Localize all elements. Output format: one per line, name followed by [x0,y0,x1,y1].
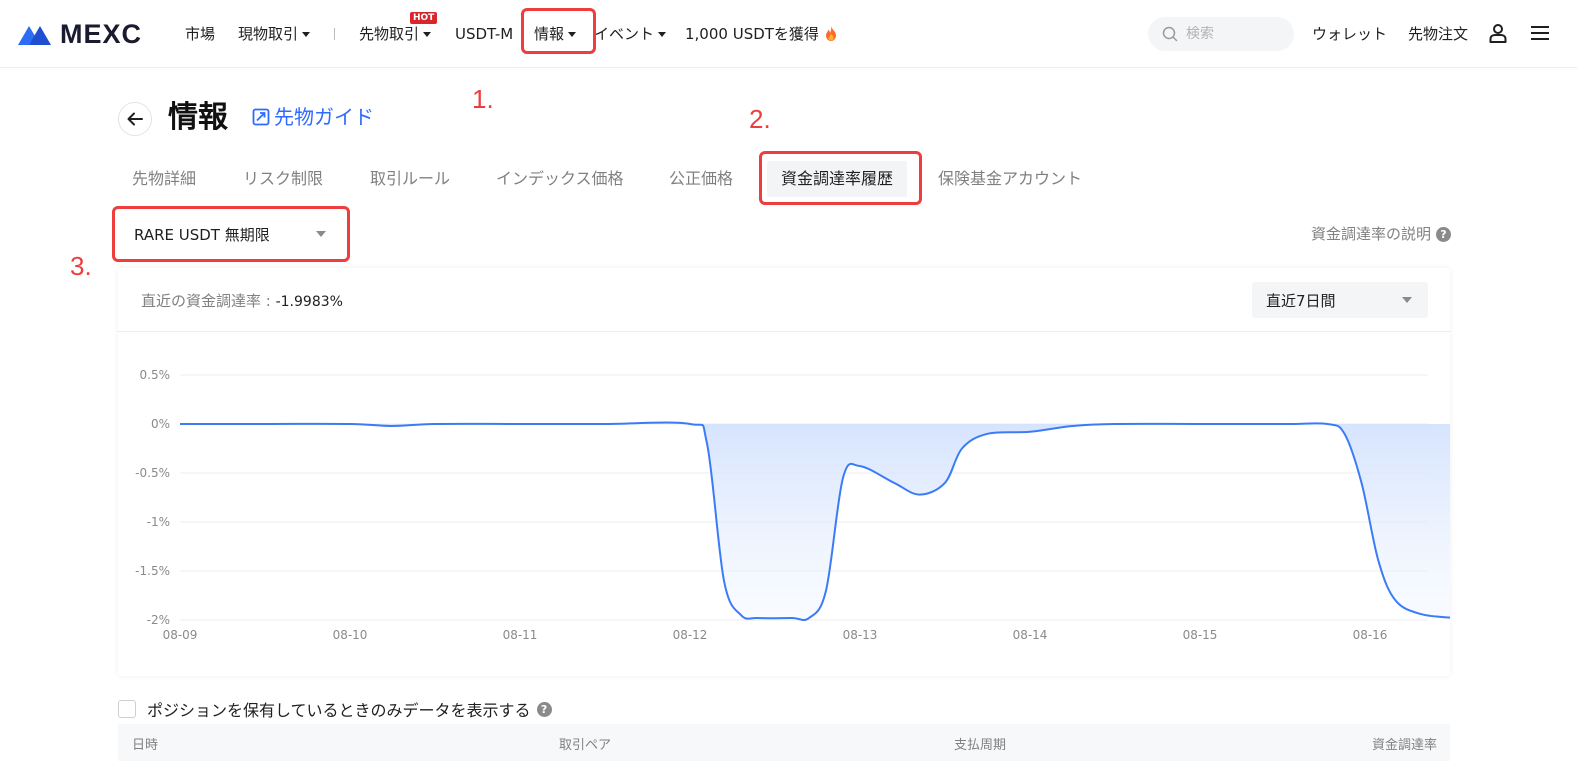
back-button[interactable] [118,102,152,136]
question-icon: ? [1436,226,1451,242]
period-select[interactable]: 直近7日間 [1252,282,1428,318]
futures-orders-link[interactable]: 先物注文 [1408,24,1468,44]
annotation-box-tab [759,151,922,205]
chevron-down-icon [658,32,667,37]
y-tick-label: -0.5% [135,466,170,480]
x-tick-label: 08-12 [673,628,708,642]
nav-futures-label: 先物取引 [359,25,420,43]
x-tick-label: 08-15 [1183,628,1218,642]
brand-name: MEXC [60,19,143,49]
column-header-pair: 取引ペア [559,738,612,753]
tab-futures-details[interactable]: 先物詳細 [132,168,196,190]
hamburger-menu-icon[interactable] [1531,25,1549,41]
annotation-number-1: 1. [472,84,494,114]
y-tick-label: -2% [147,613,170,627]
user-icon[interactable] [1488,23,1508,43]
y-tick-label: -1% [147,515,170,529]
search-icon [1162,26,1178,42]
y-tick-label: 0% [151,417,170,431]
annotation-number-2: 2. [749,104,771,134]
column-header-funding-rate: 資金調達率 [1371,738,1437,753]
nav-spot[interactable]: 現物取引 [238,24,311,44]
y-tick-label: -1.5% [135,564,170,578]
guide-icon [252,108,270,126]
hot-badge: HOT [410,12,438,24]
nav-promo-label: 1,000 USDTを獲得 [685,25,819,43]
latest-funding-rate-label: 直近の資金調達率 : [141,292,276,310]
top-navigation: MEXC 市場 現物取引 先物取引 HOT USDT-M 情報 イベント 1,0… [0,0,1577,68]
wallet-link[interactable]: ウォレット [1312,24,1387,44]
annotation-number-3: 3. [70,251,92,281]
nav-usdt-m[interactable]: USDT-M [455,24,513,44]
funding-rate-explanation-label: 資金調達率の説明 [1310,225,1431,243]
x-tick-label: 08-14 [1013,628,1048,642]
tab-insurance-fund[interactable]: 保険基金アカウント [938,168,1082,190]
nav-divider [334,28,335,40]
nav-market[interactable]: 市場 [185,24,215,44]
chart-card-header: 直近の資金調達率 : -1.9983% 直近7日間 [118,268,1450,332]
funding-rate-area [180,422,1450,621]
funding-rate-chart-card: 直近の資金調達率 : -1.9983% 直近7日間 0.5% 0% -0.5% -1%… [118,268,1450,676]
tab-index-price[interactable]: インデックス価格 [496,168,624,190]
mexc-logo-mark-icon [18,26,51,45]
nav-spot-label: 現物取引 [238,25,299,43]
search-box[interactable] [1148,17,1294,51]
x-tick-label: 08-13 [843,628,878,642]
mexc-logo[interactable]: MEXC [18,19,143,49]
funding-rate-explanation-link[interactable]: 資金調達率の説明 ? [1311,224,1451,244]
position-only-filter[interactable]: ポジションを保有しているときのみデータを表示する ? [118,697,552,721]
chevron-down-icon [423,32,432,37]
futures-guide-label: 先物ガイド [274,105,374,129]
fire-icon [825,26,836,41]
nav-futures[interactable]: 先物取引 [359,24,432,44]
annotation-box-symbol [112,206,350,262]
latest-funding-rate: 直近の資金調達率 : -1.9983% [141,291,343,312]
chevron-down-icon [1402,297,1412,303]
funding-history-table-header: 日時 取引ペア 支払周期 資金調達率 [118,724,1450,761]
position-only-label: ポジションを保有しているときのみデータを表示する [147,701,531,720]
page-title: 情報 [168,100,228,135]
y-tick-label: 0.5% [140,368,171,382]
arrow-left-icon [127,112,143,126]
x-tick-label: 08-09 [163,628,198,642]
annotation-box-info [521,8,596,54]
x-tick-label: 08-10 [333,628,368,642]
x-tick-label: 08-11 [503,628,538,642]
funding-rate-chart: 0.5% 0% -0.5% -1% -1.5% -2%08-09 08-10 08-11 08-… [135,368,1450,642]
chevron-down-icon [302,32,311,37]
tab-fair-price[interactable]: 公正価格 [669,168,733,190]
column-header-interval: 支払周期 [954,738,1007,753]
search-input[interactable] [1186,26,1286,42]
period-select-value: 直近7日間 [1266,291,1336,310]
nav-events[interactable]: イベント [594,24,667,44]
column-header-time: 日時 [132,738,159,753]
tab-risk-limits[interactable]: リスク制限 [243,168,323,190]
tab-trading-rules[interactable]: 取引ルール [370,168,450,190]
nav-promo[interactable]: 1,000 USDTを獲得 [685,24,837,44]
position-only-checkbox[interactable] [118,700,136,718]
nav-events-label: イベント [594,25,655,43]
futures-guide-link[interactable]: 先物ガイド [252,104,374,130]
question-icon: ? [536,701,552,717]
x-tick-label: 08-16 [1353,628,1388,642]
latest-funding-rate-value: -1.9983% [275,294,343,310]
